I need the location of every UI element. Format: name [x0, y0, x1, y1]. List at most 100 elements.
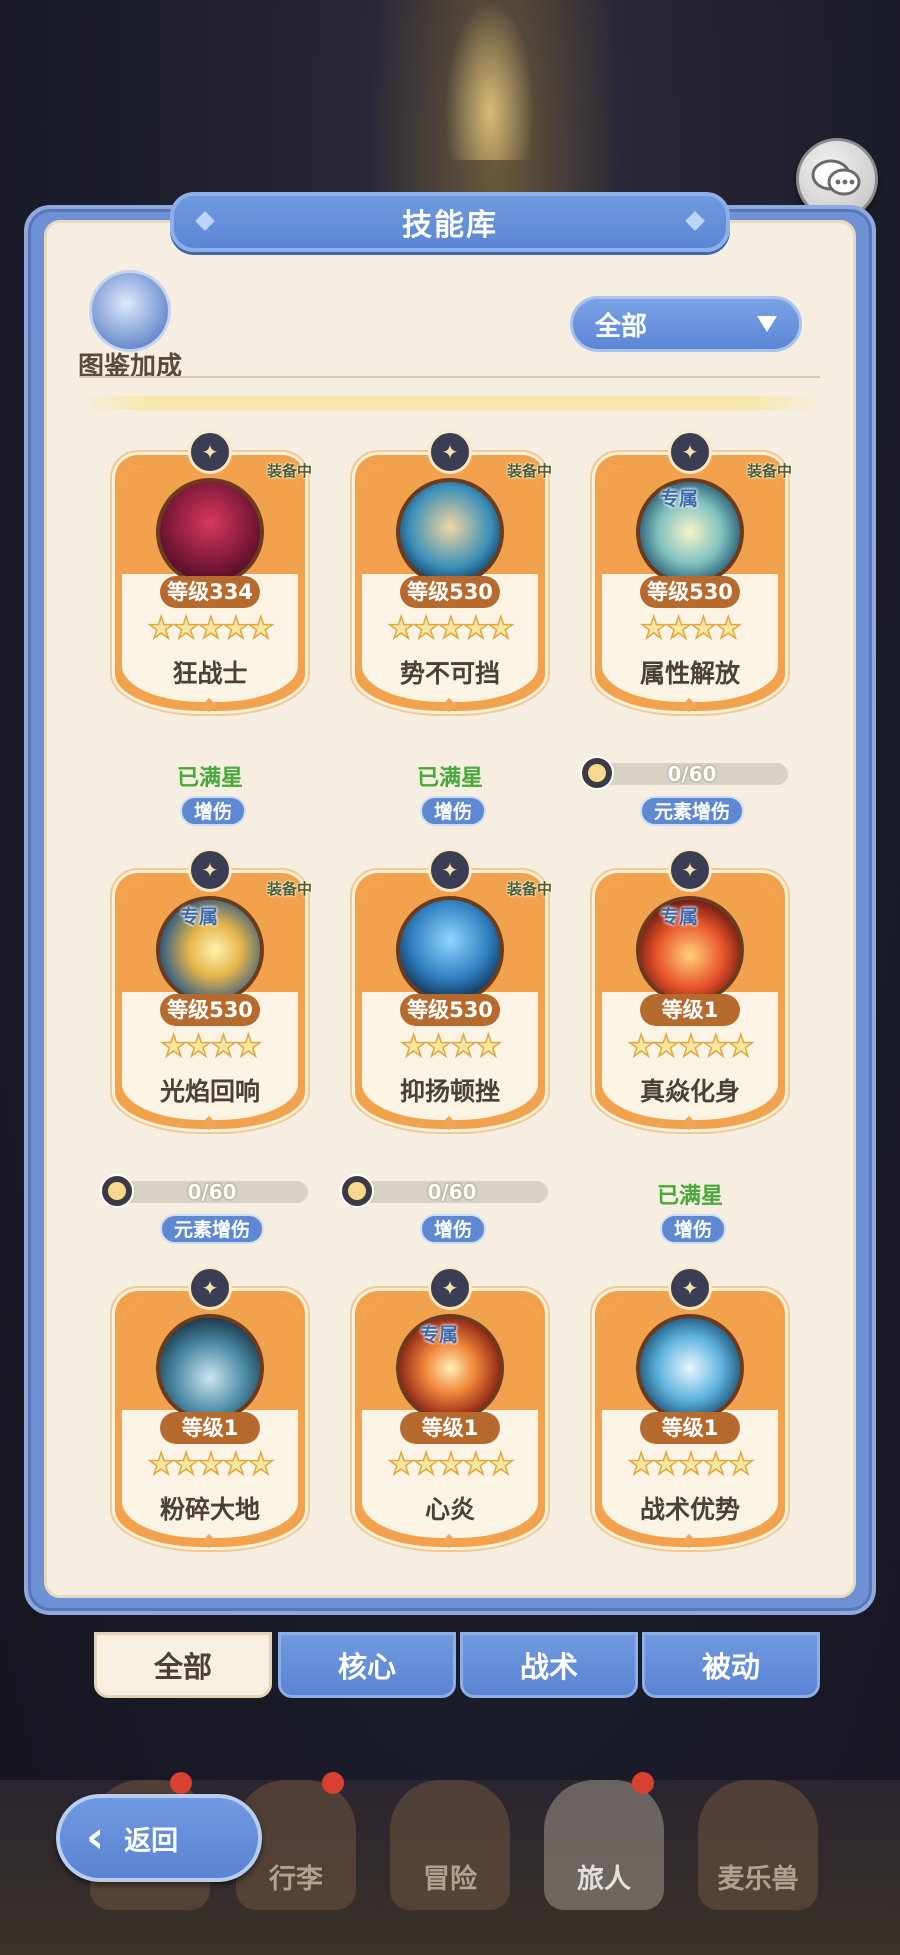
nav-label: 行李 [269, 1864, 323, 1895]
slot-badge-icon: ✦ [668, 1266, 712, 1310]
skill-level: 等级530 [160, 994, 260, 1026]
slot-badge-icon: ✦ [188, 430, 232, 474]
skill-name: 光焰回响 [159, 1077, 260, 1106]
skill-stars: ★★★★ [639, 611, 742, 646]
star-progress: 0/60 [340, 1174, 550, 1208]
equipped-label: 装备中 [506, 880, 552, 898]
panel-title-banner: 技能库 [170, 192, 730, 252]
max-star-status: 已满星 [416, 766, 483, 791]
skill-tag: 增伤 [660, 1214, 727, 1244]
skill-card[interactable]: ✦ 装备中 专属 等级530 ★★★★ 属性解放 [592, 430, 792, 720]
banner-sparkle-icon [195, 211, 215, 231]
skill-stars: ★★★★ [399, 1029, 502, 1064]
skill-stars: ★★★★★ [147, 1447, 275, 1482]
exclusive-label: 专属 [420, 1324, 459, 1346]
slot-badge-icon: ✦ [668, 430, 712, 474]
skill-name: 粉碎大地 [159, 1495, 260, 1524]
equipped-label: 装备中 [746, 462, 792, 480]
tab-core[interactable]: 核心 [278, 1632, 456, 1698]
max-star-status: 已满星 [176, 766, 243, 791]
equipped-label: 装备中 [506, 462, 552, 480]
skill-level: 等级1 [400, 1412, 500, 1444]
slot-badge-icon: ✦ [188, 1266, 232, 1310]
slot-badge-icon: ✦ [428, 1266, 472, 1310]
skill-level: 等级1 [640, 994, 740, 1026]
tab-passive[interactable]: 被动 [642, 1632, 820, 1698]
skill-card[interactable]: ✦ 装备中 等级530 ★★★★★ 势不可挡 [352, 430, 552, 720]
progress-text: 0/60 [427, 1180, 477, 1204]
skill-tag: 增伤 [420, 796, 487, 826]
divider [80, 376, 820, 378]
star-progress: 0/60 [580, 756, 790, 790]
nav-item-traveler[interactable]: 旅人 [544, 1780, 664, 1910]
skill-stars: ★★★★★ [387, 1447, 515, 1482]
skill-level: 等级1 [160, 1412, 260, 1444]
page-title: 技能库 [402, 208, 498, 243]
skill-card[interactable]: ✦ 等级1 ★★★★★ 粉碎大地 [112, 1266, 308, 1556]
skill-name: 势不可挡 [399, 659, 500, 688]
nav-label: 麦乐兽 [717, 1864, 799, 1895]
skill-art-tactical-advantage [636, 1314, 744, 1422]
skill-tag: 元素增伤 [160, 1214, 265, 1244]
dropdown-arrow-icon [757, 316, 777, 332]
album-bonus-button[interactable]: 图鉴加成 [70, 270, 190, 383]
progress-text: 0/60 [667, 762, 717, 786]
skill-stars: ★★★★ [159, 1029, 262, 1064]
skill-art-earth-shatter [156, 1314, 264, 1422]
skill-stars: ★★★★★ [147, 611, 275, 646]
sparkle-feather-icon [89, 270, 171, 352]
slot-badge-icon: ✦ [188, 848, 232, 892]
back-button[interactable]: ‹ 返回 [56, 1794, 262, 1882]
skill-level: 等级334 [160, 576, 260, 608]
skill-name: 抑扬顿挫 [399, 1077, 500, 1106]
skill-card[interactable]: ✦ 等级1 ★★★★★ 战术优势 [592, 1266, 788, 1556]
max-star-status: 已满星 [656, 1184, 723, 1209]
skill-name: 心炎 [424, 1495, 475, 1524]
skill-stars: ★★★★★ [627, 1447, 755, 1482]
notification-dot [632, 1772, 654, 1794]
banner-sparkle-icon [685, 211, 705, 231]
skill-art-cadence [396, 896, 504, 1004]
filter-dropdown[interactable]: 全部 [570, 296, 802, 352]
exclusive-label: 专属 [180, 906, 219, 928]
skill-tag: 增伤 [180, 796, 247, 826]
skill-stars: ★★★★★ [627, 1029, 755, 1064]
tab-tactics[interactable]: 战术 [460, 1632, 638, 1698]
skill-card[interactable]: ✦ 装备中 等级334 ★★★★★ 狂战士 [112, 430, 312, 720]
skill-art-berserker [156, 478, 264, 586]
skill-card[interactable]: ✦ 专属 等级1 ★★★★★ 真焱化身 [592, 848, 788, 1138]
equipped-label: 装备中 [266, 880, 312, 898]
exclusive-label: 专属 [660, 906, 699, 928]
skill-level: 等级530 [640, 576, 740, 608]
skill-level: 等级530 [400, 576, 500, 608]
nav-label: 冒险 [423, 1864, 477, 1895]
notification-dot [322, 1772, 344, 1794]
back-label: 返回 [124, 1825, 179, 1857]
skill-card[interactable]: ✦ 装备中 专属 等级530 ★★★★ 光焰回响 [112, 848, 312, 1138]
notification-dot [170, 1772, 192, 1794]
slot-badge-icon: ✦ [428, 848, 472, 892]
skill-card[interactable]: ✦ 装备中 等级530 ★★★★ 抑扬顿挫 [352, 848, 552, 1138]
skill-level: 等级530 [400, 994, 500, 1026]
skill-name: 狂战士 [172, 659, 248, 688]
back-arrow-icon: ‹ [86, 1812, 105, 1863]
tab-all[interactable]: 全部 [94, 1632, 272, 1698]
skill-name: 战术优势 [639, 1495, 740, 1524]
slot-badge-icon: ✦ [668, 848, 712, 892]
background-glow [445, 0, 535, 160]
progress-text: 0/60 [187, 1180, 237, 1204]
nav-label: 旅人 [577, 1864, 631, 1895]
exclusive-label: 专属 [660, 488, 699, 510]
chat-bubble-icon [811, 159, 861, 196]
skill-art-unstoppable [396, 478, 504, 586]
skill-name: 属性解放 [639, 659, 740, 688]
nav-item-pet[interactable]: 麦乐兽 [698, 1780, 818, 1910]
filter-value: 全部 [595, 311, 648, 342]
nav-item-adventure[interactable]: 冒险 [390, 1780, 510, 1910]
skill-name: 真焱化身 [639, 1077, 740, 1106]
star-progress: 0/60 [100, 1174, 310, 1208]
skill-stars: ★★★★★ [387, 611, 515, 646]
equipped-label: 装备中 [266, 462, 312, 480]
skill-level: 等级1 [640, 1412, 740, 1444]
skill-card[interactable]: ✦ 专属 等级1 ★★★★★ 心炎 [352, 1266, 548, 1556]
